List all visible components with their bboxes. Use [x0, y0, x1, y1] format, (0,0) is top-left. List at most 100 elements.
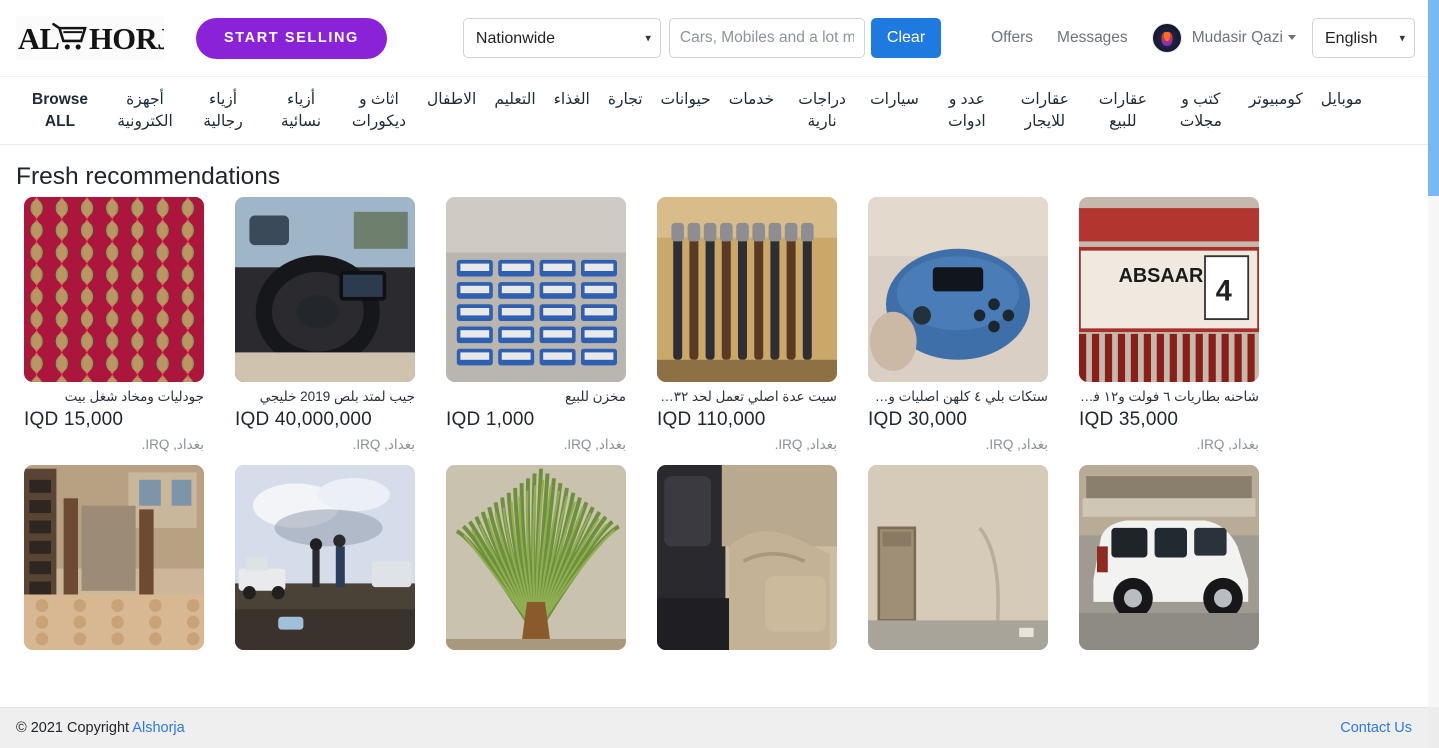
nav-item-6[interactable]: التعليم: [485, 89, 544, 111]
copyright-text: © 2021 Copyright Alshorja: [16, 720, 185, 736]
offers-link[interactable]: Offers: [991, 29, 1033, 47]
product-location: بغداد, IRQ.: [774, 436, 837, 452]
nav-item-12[interactable]: سيارات: [861, 89, 928, 111]
product-image[interactable]: [657, 197, 837, 382]
svg-text:4: 4: [1216, 275, 1233, 307]
language-select-wrapper: English ▾: [1312, 18, 1415, 58]
product-card[interactable]: [1079, 464, 1259, 662]
product-title: مخزن للبيع: [565, 389, 626, 404]
product-image[interactable]: [235, 464, 415, 650]
product-price: IQD 1,000: [446, 408, 535, 430]
user-menu[interactable]: Mudasir Qazi: [1192, 29, 1296, 47]
site-logo[interactable]: AL HORJA: [16, 16, 164, 60]
product-title: جودليات ومخاد شغل بيت: [64, 389, 204, 404]
product-image[interactable]: [24, 197, 204, 382]
nav-item-label: كومبيوتر: [1248, 91, 1303, 108]
language-select[interactable]: English: [1312, 18, 1415, 58]
product-card[interactable]: [446, 464, 626, 662]
nav-item-13[interactable]: عدد و ادوات: [928, 89, 1006, 134]
page-viewport: AL HORJA START SELLING Nationwide ▾: [0, 0, 1439, 748]
svg-text:AL: AL: [18, 22, 60, 56]
nav-item-label: الغذاء: [553, 91, 590, 108]
nav-item-label: الاطفال: [427, 91, 477, 108]
nav-item-label: كتب و مجلات: [1179, 91, 1222, 131]
product-image[interactable]: [1079, 464, 1259, 650]
product-title: جيب لمتد بلص 2019 خليجي: [259, 389, 415, 404]
nav-item-8[interactable]: تجارة: [599, 89, 652, 111]
product-image[interactable]: [446, 464, 626, 650]
brand-link[interactable]: Alshorja: [132, 720, 184, 736]
svg-text:ABSAAR: ABSAAR: [1119, 265, 1204, 287]
product-price: IQD 30,000: [868, 408, 968, 430]
nav-item-label: حيوانات: [660, 91, 711, 108]
product-card[interactable]: [24, 464, 204, 662]
avatar[interactable]: [1151, 23, 1182, 53]
product-card[interactable]: جيب لمتد بلص 2019 خليجي IQD 40,000,000 بغد…: [235, 197, 415, 453]
nav-item-4[interactable]: اثاث و ديكورات: [340, 89, 418, 134]
nav-item-label: عقارات للايجار: [1020, 91, 1069, 131]
nav-item-10[interactable]: خدمات: [720, 89, 783, 111]
product-image[interactable]: [446, 197, 626, 382]
nav-item-0[interactable]: Browse ALL: [14, 89, 106, 134]
nav-item-label: اثاث و ديكورات: [351, 91, 407, 131]
nav-item-2[interactable]: أزياء رجالية: [184, 89, 262, 134]
user-name-label: Mudasir Qazi: [1191, 29, 1283, 46]
nav-item-1[interactable]: أجهزة الكترونية: [106, 89, 184, 134]
nav-item-15[interactable]: عقارات للبيع: [1084, 89, 1162, 134]
svg-text:HORJA: HORJA: [89, 22, 164, 56]
product-image[interactable]: [868, 197, 1048, 382]
nav-item-label: أزياء رجالية: [203, 91, 243, 131]
start-selling-button[interactable]: START SELLING: [196, 17, 387, 59]
nav-item-label: أزياء نسائية: [280, 91, 322, 131]
product-location: بغداد, IRQ.: [563, 436, 626, 452]
product-card[interactable]: [868, 464, 1048, 662]
product-card[interactable]: سيت عدة اصلي تعمل لحد ٣٢ملم IQD 110,000 بغ…: [657, 197, 837, 453]
nav-item-11[interactable]: دراجات نارية: [783, 89, 861, 134]
product-card[interactable]: جودليات ومخاد شغل بيت IQD 15,000 بغداد, IR…: [24, 197, 204, 453]
product-card[interactable]: [235, 464, 415, 662]
nav-item-label: التعليم: [494, 91, 536, 108]
nav-item-label: سيارات: [870, 91, 919, 108]
page-title: Fresh recommendations: [16, 163, 281, 190]
search-input[interactable]: [668, 18, 865, 58]
nav-item-label: خدمات: [728, 91, 775, 108]
nav-item-18[interactable]: موبايل: [1312, 89, 1371, 111]
scrollbar-thumb[interactable]: [1428, 0, 1439, 196]
product-title: سيت عدة اصلي تعمل لحد ٣٢ملم: [657, 389, 837, 404]
product-price: IQD 15,000: [24, 408, 124, 430]
product-location: بغداد, IRQ.: [141, 436, 204, 452]
nav-item-16[interactable]: كتب و مجلات: [1162, 89, 1240, 134]
search-bar: Nationwide ▾ Clear: [462, 18, 942, 58]
nav-item-label: دراجات نارية: [798, 91, 846, 131]
nav-item-label: Browse ALL: [32, 91, 88, 131]
product-card[interactable]: مخزن للبيع IQD 1,000 بغداد, IRQ.: [446, 197, 626, 453]
nav-item-3[interactable]: أزياء نسائية: [262, 89, 340, 134]
messages-link[interactable]: Messages: [1057, 29, 1128, 47]
vertical-scrollbar[interactable]: [1428, 0, 1439, 748]
nav-item-7[interactable]: الغذاء: [545, 89, 599, 111]
product-title: شاحنه بطاريات ٦ فولت و١٢ فولت...: [1079, 389, 1259, 404]
product-price: IQD 35,000: [1079, 408, 1179, 430]
location-select[interactable]: Nationwide: [462, 18, 661, 58]
product-title: ستكات بلي ٤ كلهن اصليات وعلى...: [868, 389, 1048, 404]
product-card[interactable]: ستكات بلي ٤ كلهن اصليات وعلى... IQD 30,00…: [868, 197, 1048, 453]
site-header: AL HORJA START SELLING Nationwide ▾: [0, 0, 1439, 77]
nav-item-17[interactable]: كومبيوتر: [1240, 89, 1312, 111]
product-grid: جودليات ومخاد شغل بيت IQD 15,000 بغداد, IR…: [0, 197, 1439, 674]
nav-item-14[interactable]: عقارات للايجار: [1006, 89, 1084, 134]
location-select-wrapper: Nationwide ▾: [462, 18, 661, 58]
nav-item-label: موبايل: [1320, 91, 1363, 108]
nav-item-5[interactable]: الاطفال: [418, 89, 485, 111]
product-location: بغداد, IRQ.: [352, 436, 415, 452]
product-image[interactable]: [235, 197, 415, 382]
product-image[interactable]: [657, 464, 837, 650]
product-card[interactable]: [657, 464, 837, 662]
product-image[interactable]: ABSAAR 4: [1079, 197, 1259, 382]
contact-us-link[interactable]: Contact Us: [1340, 720, 1412, 736]
product-card[interactable]: ABSAAR 4 شاحنه بطاريات ٦ فولت و١٢ فولت... I…: [1079, 197, 1259, 453]
product-image[interactable]: [868, 464, 1048, 650]
scrollbar-track[interactable]: [1428, 196, 1439, 708]
product-image[interactable]: [24, 464, 204, 650]
clear-button[interactable]: Clear: [870, 18, 942, 58]
nav-item-9[interactable]: حيوانات: [652, 89, 720, 111]
